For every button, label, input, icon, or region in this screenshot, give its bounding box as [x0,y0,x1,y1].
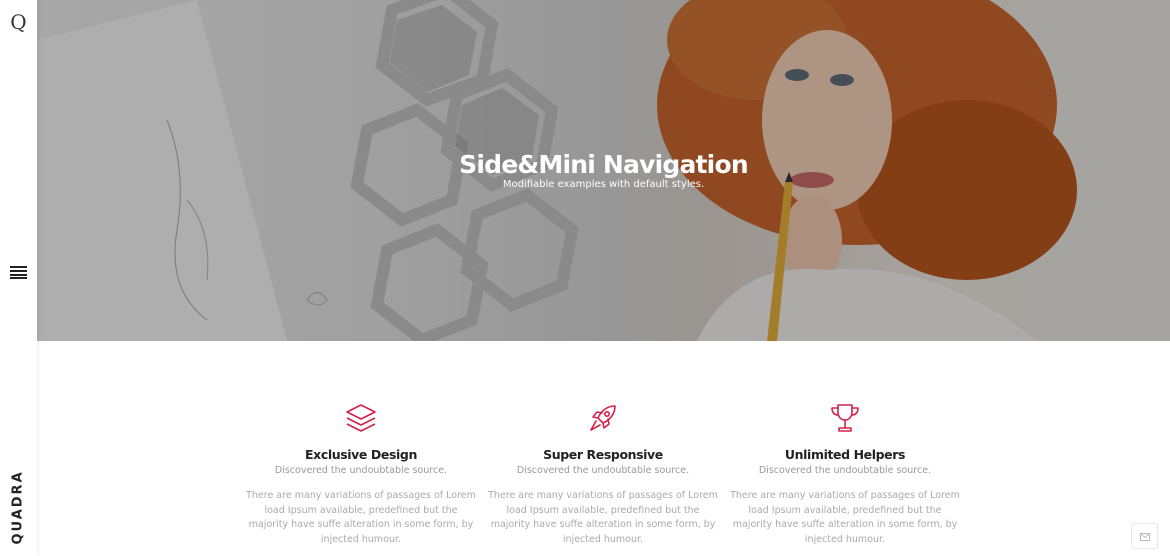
feature-description: There are many variations of passages of… [730,490,960,545]
feature-description: There are many variations of passages of… [488,490,718,545]
logo[interactable]: Q [0,10,37,34]
trophy-icon [831,404,859,432]
brand-logo[interactable]: QUADRA [2,470,34,546]
hamburger-menu-icon[interactable] [10,266,27,279]
hero-banner: Side&Mini Navigation Modifiable examples… [37,0,1170,341]
brand-name: QUADRA [10,470,26,545]
feature-unlimited-helpers: Unlimited Helpers Discovered the undoubt… [725,402,965,547]
layers-icon [346,404,376,432]
envelope-icon [1140,533,1150,541]
rocket-icon [590,405,616,431]
contact-button[interactable] [1131,523,1158,549]
feature-title: Exclusive Design [305,447,417,462]
feature-title: Unlimited Helpers [784,447,906,462]
hero-title: Side&Mini Navigation [459,150,748,179]
feature-title: Super Responsive [543,447,663,462]
feature-subtitle: Discovered the undoubtable source. [274,465,448,476]
feature-super-responsive: Super Responsive Discovered the undoubta… [483,402,723,547]
feature-exclusive-design: Exclusive Design Discovered the undoubta… [241,402,481,547]
feature-description: There are many variations of passages of… [246,490,476,545]
feature-subtitle: Discovered the undoubtable source. [516,465,690,476]
feature-subtitle: Discovered the undoubtable source. [758,465,932,476]
hero-subtitle: Modifiable examples with default styles. [502,179,705,190]
side-mini-navigation: Q QUADRA [0,0,37,556]
